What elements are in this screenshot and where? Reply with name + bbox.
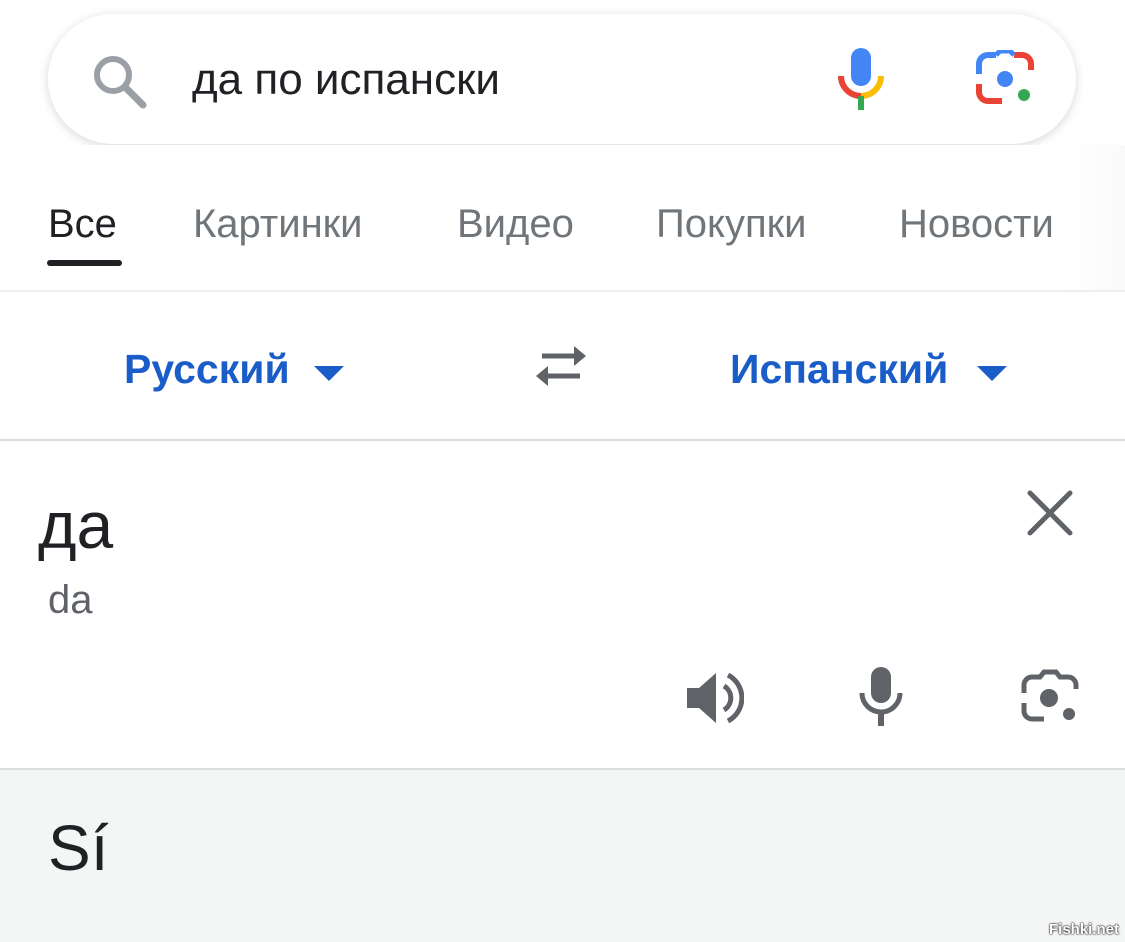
microphone-icon[interactable] [858,665,904,727]
search-icon[interactable] [90,52,148,110]
translation-result-text: Sí [48,812,109,884]
close-icon[interactable] [1024,487,1076,539]
tabs-scroll-fade [1065,145,1125,290]
source-text-panel: да da [0,441,1125,770]
page: да по испански Все Картинки Видео Покупк… [0,0,1125,942]
tab-video[interactable]: Видео [457,197,574,251]
target-language-select[interactable]: Испанский [730,344,948,394]
tab-all[interactable]: Все [48,197,117,251]
microphone-icon[interactable] [836,46,886,112]
watermark: Fishki.net [1048,921,1119,938]
search-input[interactable]: да по испански [192,52,500,108]
tab-news[interactable]: Новости [899,197,1054,251]
chevron-down-icon[interactable] [977,366,1007,381]
speaker-icon[interactable] [684,669,744,727]
language-bar: Русский Испанский [0,292,1125,441]
tab-images[interactable]: Картинки [193,197,363,251]
camera-lens-icon[interactable] [974,50,1036,108]
swap-languages-icon[interactable] [532,342,590,390]
source-transliteration: da [48,578,93,622]
source-language-select[interactable]: Русский [124,344,290,394]
chevron-down-icon[interactable] [314,366,344,381]
translation-result-panel: Sí [0,770,1125,942]
camera-icon[interactable] [1020,669,1080,725]
tab-shopping[interactable]: Покупки [656,197,806,251]
search-header: да по испански [0,0,1125,145]
search-tabs: Все Картинки Видео Покупки Новости [0,145,1125,291]
active-tab-indicator [47,260,122,266]
source-text-input[interactable]: да [38,485,113,565]
